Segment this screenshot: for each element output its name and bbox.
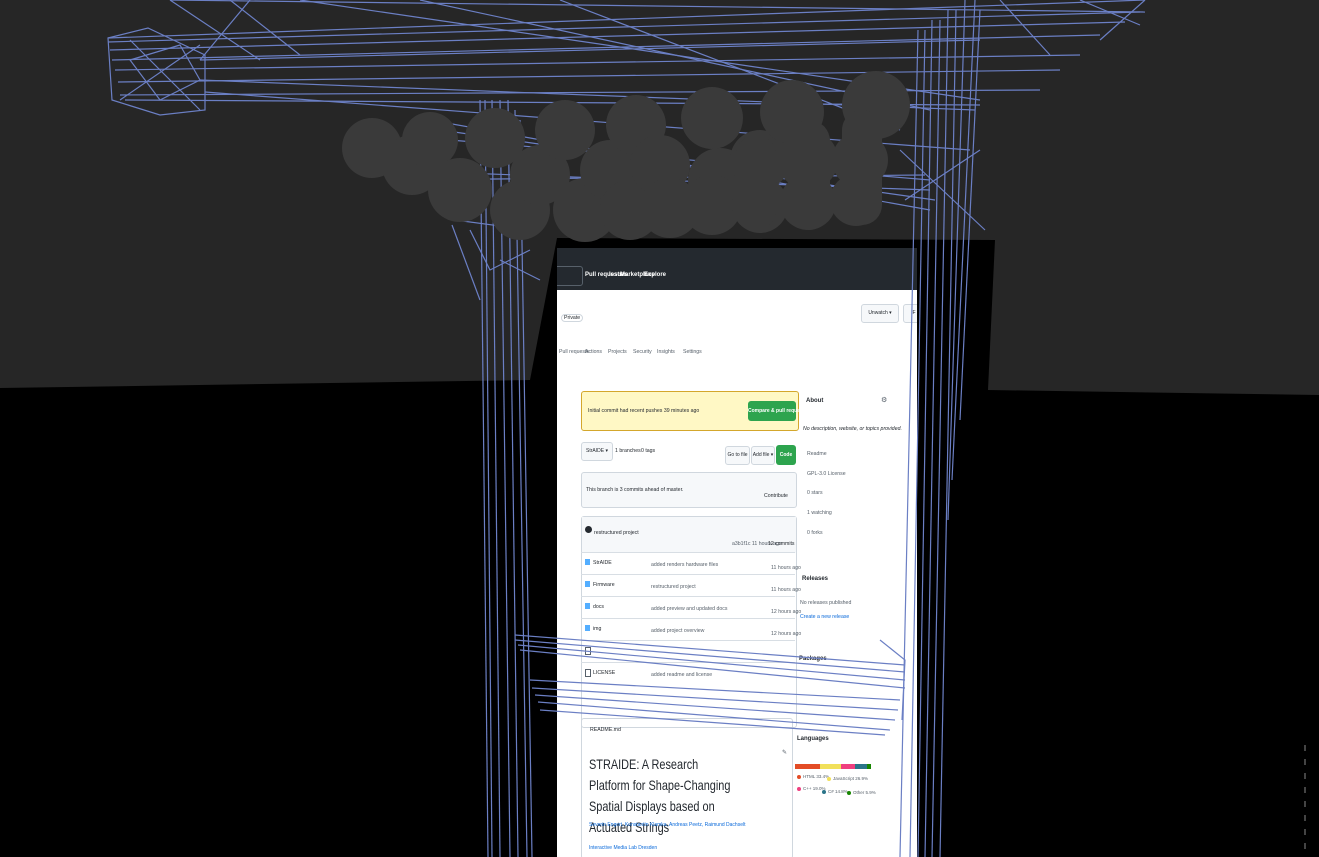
right-post <box>899 0 986 857</box>
sphere <box>535 100 595 160</box>
lower-crossbar <box>514 634 906 736</box>
sphere-column <box>842 110 882 225</box>
sphere-column <box>736 135 776 230</box>
sphere <box>681 87 743 149</box>
sphere <box>402 112 458 168</box>
sphere <box>428 158 492 222</box>
sphere-column <box>788 120 830 230</box>
wireframe-scene <box>107 0 1306 857</box>
